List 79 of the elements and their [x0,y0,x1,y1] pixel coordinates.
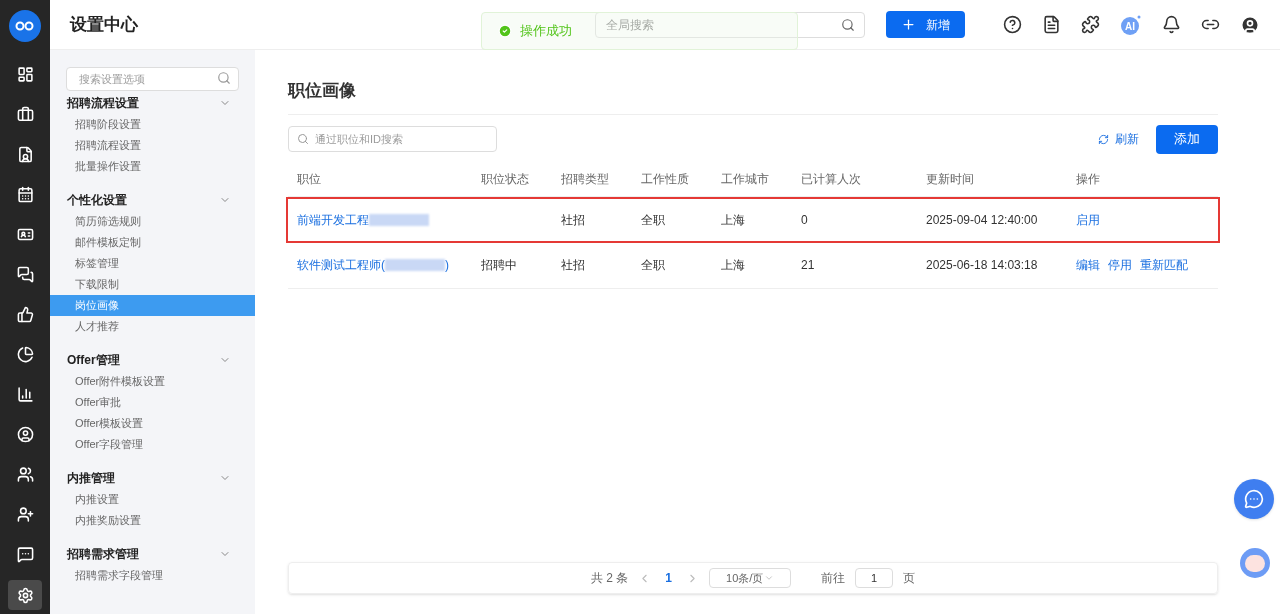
chat-bubble-icon[interactable] [1234,479,1274,519]
total-count: 共 2 条 [591,570,629,587]
check-icon [498,24,512,38]
goto-label: 前往 [821,570,845,587]
section-title: 职位画像 [288,78,1218,115]
toast-text: 操作成功 [520,22,572,41]
action-link[interactable]: 停用 [1108,256,1132,274]
settings-icon[interactable] [8,580,42,610]
add-button[interactable]: 添加 [1156,124,1218,154]
sidebar-item[interactable]: 岗位画像 [50,295,255,316]
table-cell-text: 全职 [641,211,666,229]
search-icon [841,17,855,32]
user-icon[interactable] [1240,14,1260,35]
table-cell-text: 0 [801,211,809,229]
group-title[interactable]: 招聘流程设置 [67,94,139,112]
puzzle-icon[interactable] [1081,15,1100,34]
group-title[interactable]: 个性化设置 [67,191,127,209]
logo-icon[interactable] [9,10,41,42]
sidebar-item[interactable]: 内推奖励设置 [50,510,255,531]
column-header: 更新时间 [926,170,975,188]
column-header: 工作性质 [641,170,690,188]
robot-assistant-icon[interactable] [1240,548,1270,578]
action-link[interactable]: 重新匹配 [1140,256,1188,274]
sidebar-item[interactable]: 招聘流程设置 [50,135,255,156]
chevron-icon [764,573,774,583]
column-header: 工作城市 [721,170,770,188]
search-icon [217,71,231,85]
search-icon [297,133,309,145]
sidebar-item[interactable]: 内推设置 [50,489,255,510]
column-header: 职位 [297,170,322,188]
table-cell-text: 2025-09-04 12:40:00 [926,211,1039,229]
plus-icon [901,17,916,32]
table-cell: 招聘中 [481,258,517,272]
sidebar-item[interactable]: Offer附件模板设置 [50,371,255,392]
position-search-field[interactable]: 通过职位和ID搜索 [288,126,497,152]
column-header: 操作 [1076,170,1101,188]
goto-page-field[interactable]: 1 [855,568,893,588]
sidebar-item[interactable]: 标签管理 [50,253,255,274]
refresh-button[interactable]: 刷新 [1098,130,1139,148]
page-unit: 页 [903,570,915,587]
table-cell-text: 2025-06-18 14:03:18 [926,257,1039,274]
table-cell-text: 社招 [561,211,586,229]
page-size-select[interactable]: 10条/页 [709,568,791,588]
sidebar-item[interactable]: 邮件模板定制 [50,232,255,253]
settings-search-field[interactable]: 搜索设置选项 [66,67,239,91]
sidebar-item[interactable]: Offer字段管理 [50,434,255,455]
help-icon[interactable] [1003,15,1022,34]
table-cell-text: 全职 [641,257,666,274]
table-cell-text: 上海 [721,211,746,229]
position-link[interactable]: 软件测试工程师( [297,256,385,274]
document-icon[interactable] [1042,15,1061,34]
position-link[interactable]: 前端开发工程 [297,210,369,229]
group-title[interactable]: Offer管理 [67,351,120,369]
page-number[interactable]: 1 [661,569,676,587]
refresh-icon [1098,133,1109,145]
table-cell-text: 21 [801,257,816,274]
sidebar-item[interactable]: 下载限制 [50,274,255,295]
sidebar-item[interactable]: Offer审批 [50,392,255,413]
sidebar-item[interactable]: 批量操作设置 [50,156,255,177]
column-header: 招聘类型 [561,170,610,188]
sidebar-item[interactable]: 人才推荐 [50,316,255,337]
table-cell-text: 上海 [721,257,746,274]
global-search-field[interactable]: 全局搜索 [595,11,865,38]
sidebar-item[interactable]: 招聘需求字段管理 [50,565,255,586]
page-title: 设置中心 [70,13,138,36]
sidebar-item[interactable]: 简历筛选规则 [50,211,255,232]
position-link-suffix[interactable]: ) [445,256,449,274]
group-title[interactable]: 招聘需求管理 [67,545,139,563]
action-link[interactable]: 启用 [1076,210,1100,229]
group-title[interactable]: 内推管理 [67,469,115,487]
column-header: 职位状态 [481,170,530,188]
new-button[interactable]: 新增 [886,11,965,38]
ai-label: AI [1125,20,1135,32]
table-cell-text: 社招 [561,257,586,274]
sidebar-item[interactable]: 招聘阶段设置 [50,114,255,135]
action-link[interactable]: 编辑 [1076,256,1100,274]
sidebar-item[interactable]: Offer模板设置 [50,413,255,434]
column-header: 已计算人次 [801,170,862,188]
bell-icon[interactable] [1162,15,1181,34]
